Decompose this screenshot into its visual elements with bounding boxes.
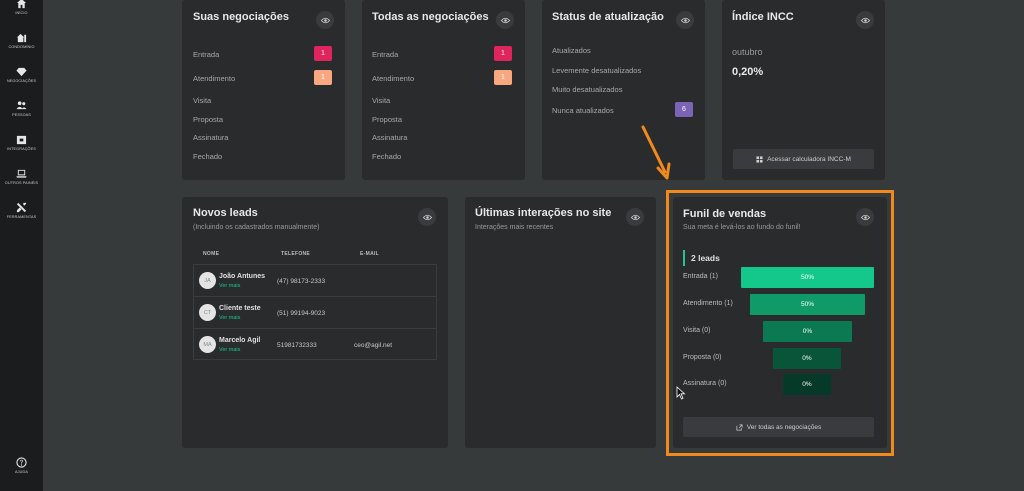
todas-row-visita: Visita	[372, 96, 391, 105]
table-row: JA João Antunes Ver mais (47) 98173-2333	[194, 265, 436, 297]
todas-entrada-badge[interactable]: 1	[494, 46, 512, 61]
suas-row-proposta: Proposta	[193, 115, 224, 124]
novos-leads-title: Novos leads	[193, 207, 258, 219]
lead-email: ceo@agil.net	[354, 342, 393, 349]
status-row-atualizados: Atualizados	[552, 46, 591, 55]
sidebar: INÍCIO CONDOMÍNIO NEGOCIAÇÕES PESSOAS IN…	[0, 0, 43, 491]
sidebar-label: INTEGRAÇÕES	[7, 147, 36, 151]
suas-row-entrada: Entrada	[193, 50, 220, 59]
status-atualizacao-eye-button[interactable]	[676, 11, 694, 29]
leads-table: JA João Antunes Ver mais (47) 98173-2333…	[193, 264, 437, 360]
ultimas-interacoes-card	[465, 197, 656, 448]
avatar: CT	[199, 304, 216, 321]
novos-leads-subtitle: (Incluindo os cadastrados manualmente)	[193, 224, 320, 231]
home-icon	[16, 0, 27, 9]
status-nunca-badge[interactable]: 6	[675, 102, 693, 117]
lead-ver-mais-link[interactable]: Ver mais	[219, 283, 240, 289]
status-row-muito: Muito desatualizados	[552, 85, 623, 94]
integration-icon	[16, 135, 27, 145]
laptop-icon	[16, 169, 27, 178]
todas-row-atendimento: Atendimento	[372, 74, 415, 83]
lead-name: Marcelo Agil	[219, 337, 261, 344]
todas-negociacoes-title: Todas as negociações	[372, 11, 489, 23]
indice-incc-title: Índice INCC	[732, 11, 794, 23]
help-icon	[16, 457, 27, 468]
leads-col-email: E-MAIL	[360, 251, 380, 257]
lead-ver-mais-link[interactable]: Ver mais	[219, 347, 240, 353]
annotation-arrow-icon	[641, 125, 671, 180]
calculator-icon	[756, 155, 763, 163]
table-row: CT Cliente teste Ver mais (51) 99194-902…	[194, 297, 436, 329]
suas-row-atendimento: Atendimento	[193, 74, 236, 83]
sidebar-label: AJUDA	[15, 470, 28, 474]
incc-value: 0,20%	[732, 66, 764, 78]
incc-calculator-label: Acessar calculadora INCC-M	[767, 155, 851, 163]
sidebar-label: CONDOMÍNIO	[8, 45, 35, 49]
sidebar-item-inicio[interactable]: INÍCIO	[0, 0, 43, 15]
todas-row-proposta: Proposta	[372, 115, 403, 124]
suas-row-fechado: Fechado	[193, 152, 223, 161]
sidebar-item-pessoas[interactable]: PESSOAS	[0, 100, 43, 117]
todas-negociacoes-eye-button[interactable]	[496, 11, 514, 29]
sidebar-label: FERRAMENTAS	[6, 215, 37, 219]
sidebar-label: OUTROS PAINÉIS	[4, 181, 39, 185]
sidebar-item-outros-paineis[interactable]: OUTROS PAINÉIS	[0, 168, 43, 185]
todas-row-entrada: Entrada	[372, 50, 399, 59]
lead-name: Cliente teste	[219, 305, 261, 312]
sidebar-label: PESSOAS	[12, 113, 31, 117]
status-atualizacao-title: Status de atualização	[552, 11, 664, 23]
sidebar-item-ferramentas[interactable]: FERRAMENTAS	[0, 202, 43, 219]
lead-phone: 51981732333	[277, 342, 317, 349]
suas-row-assinatura: Assinatura	[193, 133, 229, 142]
leads-col-telefone: TELEFONE	[281, 251, 311, 257]
avatar: MA	[199, 336, 216, 353]
tools-icon	[16, 202, 27, 213]
diamond-icon	[16, 67, 27, 77]
sidebar-label: INÍCIO	[15, 11, 28, 15]
eye-icon	[500, 17, 510, 23]
lead-phone: (51) 99194-9023	[277, 310, 326, 317]
todas-row-fechado: Fechado	[372, 152, 402, 161]
avatar: JA	[199, 272, 216, 289]
sidebar-item-ajuda[interactable]: AJUDA	[0, 457, 43, 474]
lead-phone: (47) 98173-2333	[277, 278, 326, 285]
todas-row-assinatura: Assinatura	[372, 133, 408, 142]
novos-leads-eye-button[interactable]	[418, 208, 436, 226]
building-home-icon	[16, 33, 27, 43]
todas-atendimento-badge[interactable]: 1	[494, 70, 512, 85]
eye-icon	[680, 17, 690, 23]
eye-icon	[422, 214, 432, 220]
suas-negociacoes-title: Suas negociações	[193, 11, 289, 23]
sidebar-item-condominio[interactable]: CONDOMÍNIO	[0, 32, 43, 49]
ultimas-interacoes-eye-button[interactable]	[626, 208, 644, 226]
leads-col-nome: NOME	[203, 251, 220, 257]
sidebar-label: NEGOCIAÇÕES	[6, 79, 37, 83]
lead-name: João Antunes	[219, 273, 266, 280]
suas-entrada-badge[interactable]: 1	[314, 46, 332, 61]
table-row: MA Marcelo Agil Ver mais 51981732333 ceo…	[194, 329, 436, 361]
eye-icon	[860, 17, 870, 23]
lead-ver-mais-link[interactable]: Ver mais	[219, 315, 240, 321]
suas-negociacoes-eye-button[interactable]	[316, 11, 334, 29]
eye-icon	[320, 17, 330, 23]
people-icon	[16, 101, 27, 110]
highlight-frame	[666, 190, 894, 456]
incc-calculator-button[interactable]: Acessar calculadora INCC-M	[733, 149, 874, 169]
status-row-nunca: Nunca atualizados	[552, 106, 614, 115]
incc-month: outubro	[732, 47, 763, 57]
suas-atendimento-badge[interactable]: 1	[314, 70, 332, 85]
ultimas-interacoes-subtitle: Interações mais recentes	[475, 224, 554, 231]
ultimas-interacoes-title: Últimas interações no site	[475, 207, 612, 219]
indice-incc-eye-button[interactable]	[856, 11, 874, 29]
suas-row-visita: Visita	[193, 96, 212, 105]
status-row-levemente: Levemente desatualizados	[552, 66, 642, 75]
sidebar-item-negociacoes[interactable]: NEGOCIAÇÕES	[0, 66, 43, 83]
sidebar-item-integracoes[interactable]: INTEGRAÇÕES	[0, 134, 43, 151]
eye-icon	[630, 214, 640, 220]
